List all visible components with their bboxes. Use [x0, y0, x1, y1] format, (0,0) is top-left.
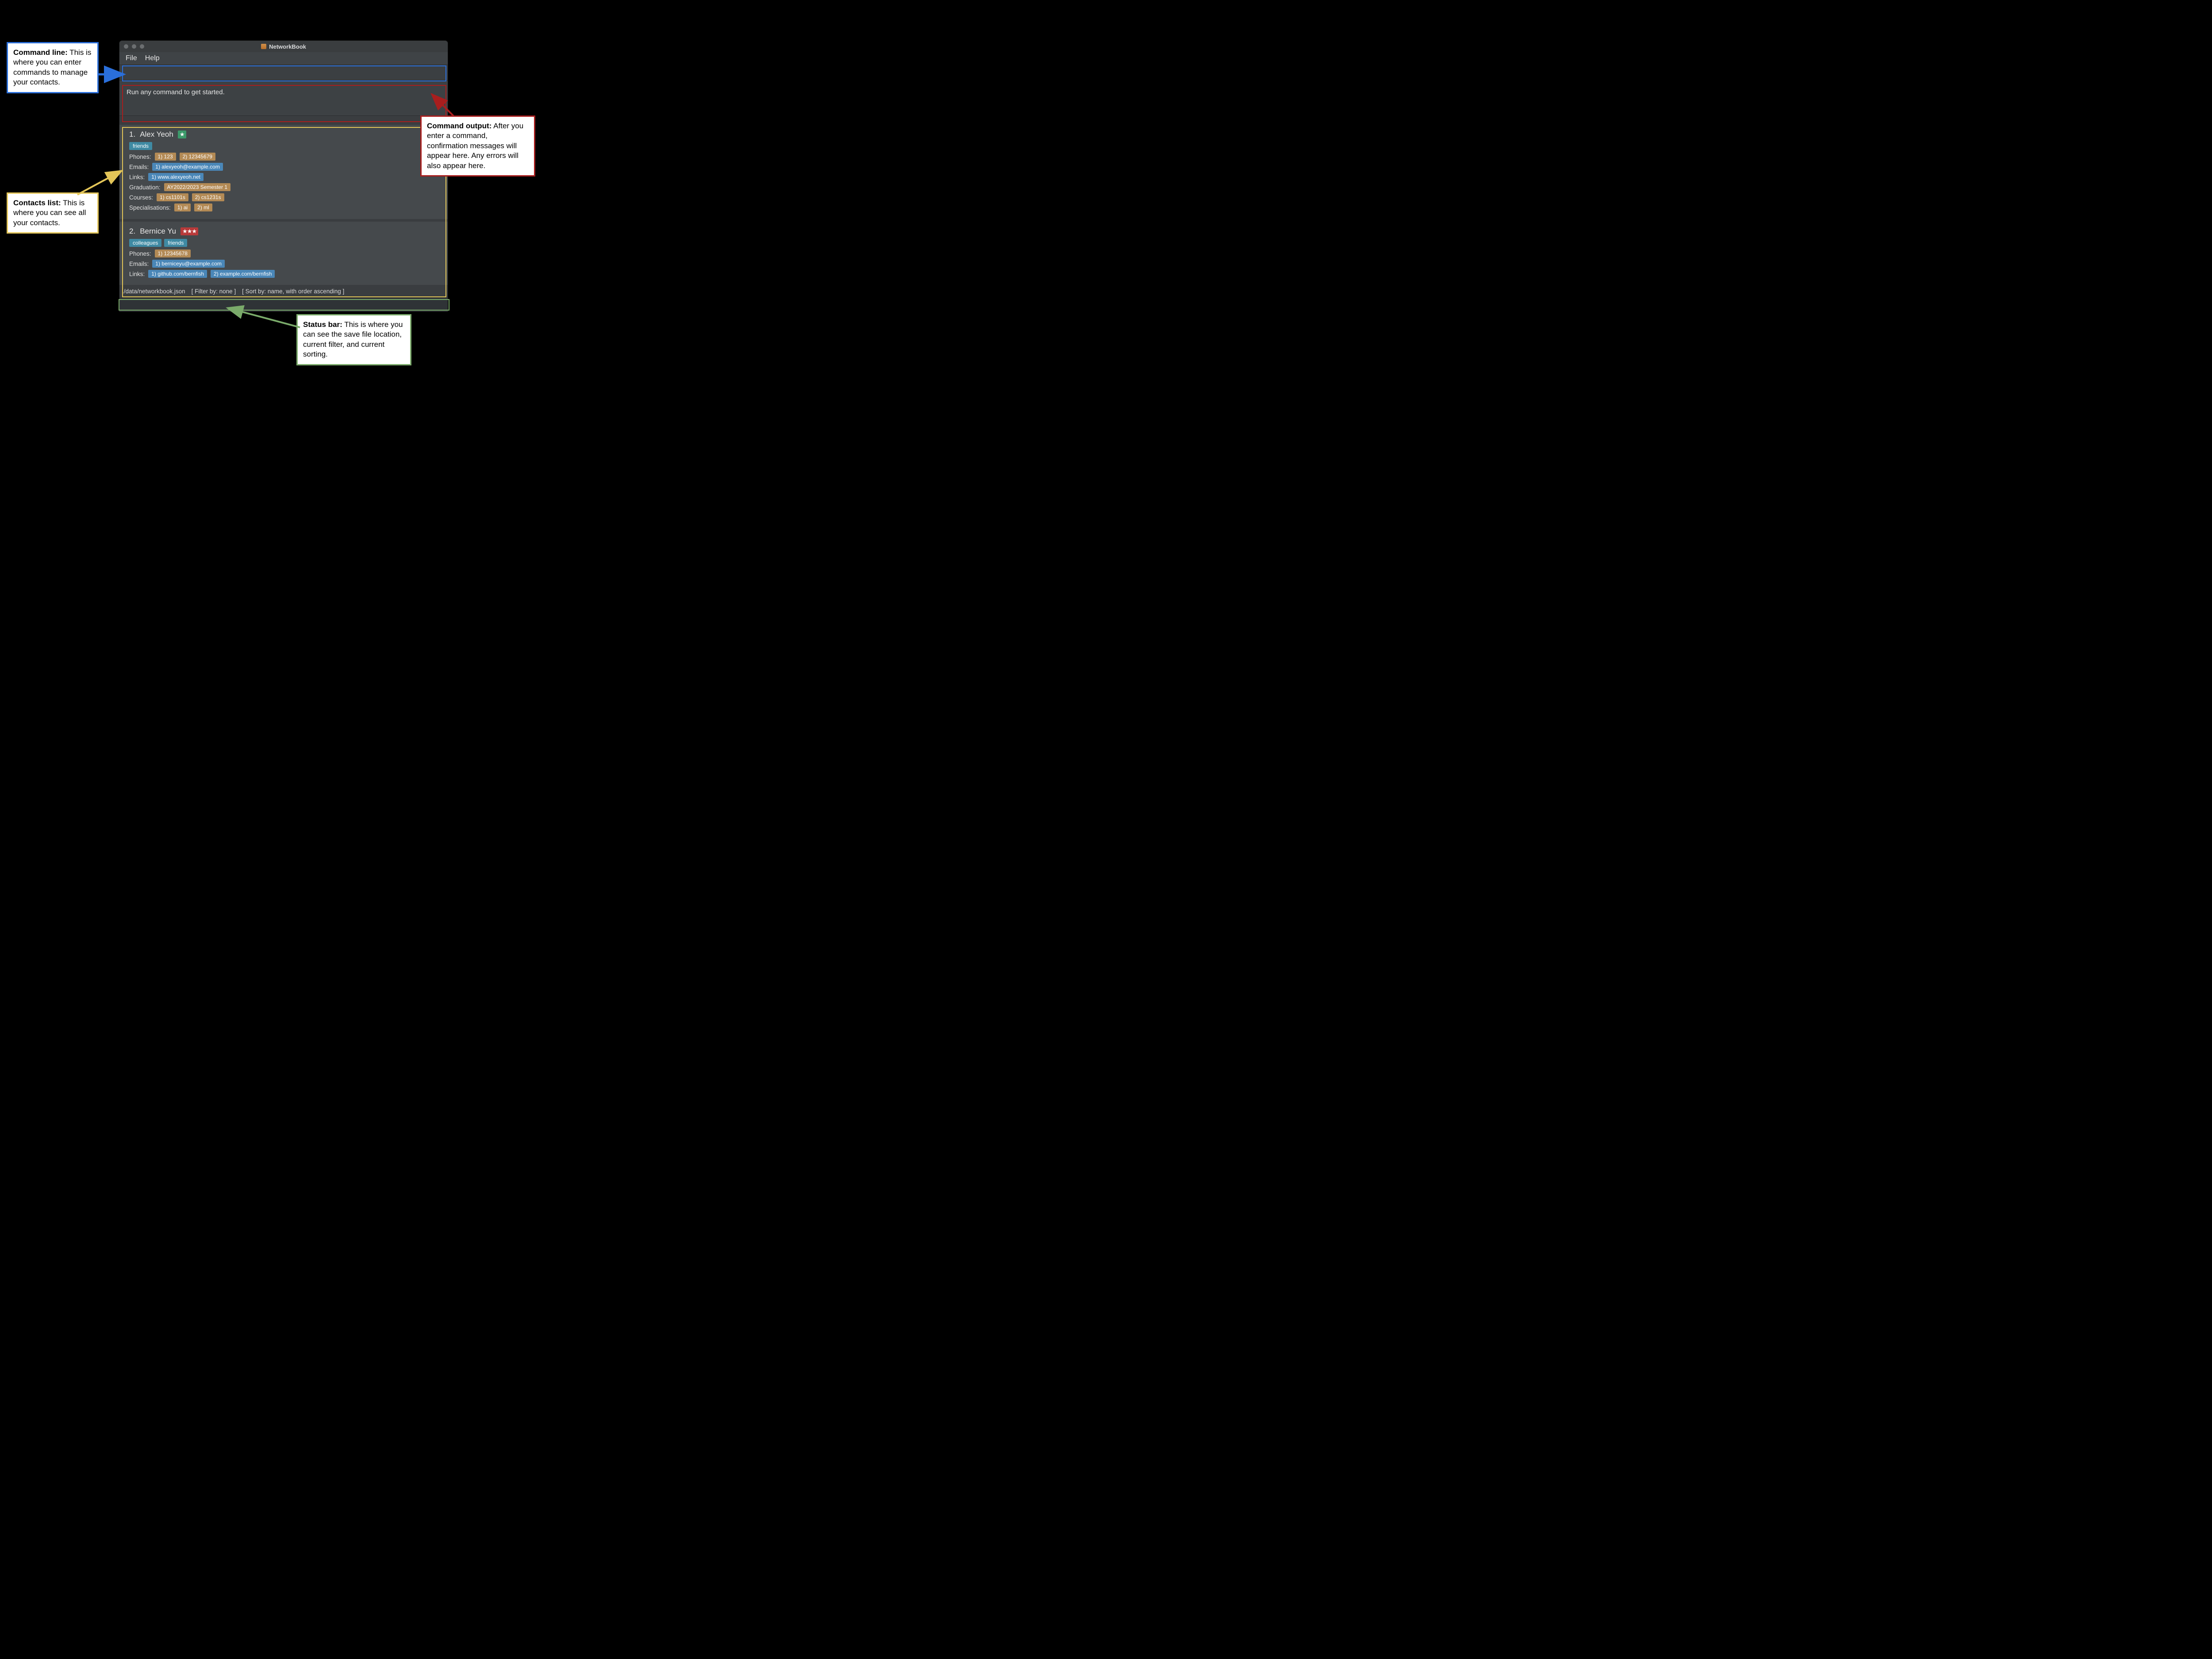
command-input-wrap: [119, 65, 448, 81]
star-icon: ★: [178, 131, 187, 138]
menu-help[interactable]: Help: [145, 54, 160, 62]
contact-name: Alex Yeoh: [140, 130, 173, 139]
tag: friends: [164, 239, 187, 247]
menu-file[interactable]: File: [126, 54, 137, 62]
contact-card[interactable]: 2. Bernice Yu ★★★ colleagues friends Pho…: [119, 222, 448, 285]
contact-emails-row: Emails: 1) alexyeoh@example.com: [129, 163, 438, 171]
callout-title: Command output:: [427, 122, 492, 130]
field-label-emails: Emails:: [129, 261, 149, 267]
field-label-links: Links:: [129, 174, 145, 180]
phone-chip: 1) 123: [155, 153, 176, 161]
callout-command-line: Command line: This is where you can ente…: [7, 42, 99, 93]
tag: colleagues: [129, 239, 161, 247]
app-icon: [261, 44, 266, 49]
email-chip: 1) berniceyu@example.com: [152, 260, 225, 268]
contact-emails-row: Emails: 1) berniceyu@example.com: [129, 260, 438, 268]
callout-contacts-list: Contacts list: This is where you can see…: [7, 192, 99, 234]
email-chip: 1) alexyeoh@example.com: [152, 163, 223, 171]
callout-command-output: Command output: After you enter a comman…: [420, 115, 535, 177]
contact-header: 2. Bernice Yu ★★★: [129, 227, 438, 236]
link-chip: 1) github.com/bernfish: [148, 270, 207, 278]
contact-graduation-row: Graduation: AY2022/2023 Semester 1: [129, 183, 438, 191]
link-chip: 2) example.com/bernfish: [211, 270, 275, 278]
contact-phones-row: Phones: 1) 123 2) 12345679: [129, 153, 438, 161]
window-title: NetworkBook: [119, 43, 448, 50]
contact-tags: colleagues friends: [129, 239, 438, 247]
callout-status-bar: Status bar: This is where you can see th…: [296, 314, 411, 365]
callout-title: Contacts list:: [13, 199, 61, 207]
window-title-text: NetworkBook: [269, 43, 306, 50]
contact-courses-row: Courses: 1) cs1101s 2) cs1231s: [129, 193, 438, 201]
field-label-links: Links:: [129, 271, 145, 277]
field-label-graduation: Graduation:: [129, 184, 161, 191]
contact-phones-row: Phones: 1) 12345678: [129, 250, 438, 257]
app-window: NetworkBook File Help Run any command to…: [119, 41, 448, 311]
contact-links-row: Links: 1) github.com/bernfish 2) example…: [129, 270, 438, 278]
field-label-specialisations: Specialisations:: [129, 204, 171, 211]
contact-links-row: Links: 1) www.alexyeoh.net: [129, 173, 438, 181]
status-sort: [ Sort by: name, with order ascending ]: [242, 288, 344, 295]
status-filter: [ Filter by: none ]: [192, 288, 236, 295]
titlebar: NetworkBook: [119, 41, 448, 52]
course-chip: 1) cs1101s: [157, 193, 188, 201]
contact-tags: friends: [129, 142, 438, 150]
command-input[interactable]: [119, 65, 448, 80]
command-output: Run any command to get started.: [119, 81, 448, 116]
contact-card[interactable]: 1. Alex Yeoh ★ friends Phones: 1) 123 2)…: [119, 125, 448, 219]
phone-chip: 1) 12345678: [155, 250, 191, 257]
contact-name: Bernice Yu: [140, 227, 176, 236]
field-label-emails: Emails:: [129, 164, 149, 170]
field-label-phones: Phones:: [129, 250, 151, 257]
contact-specialisations-row: Specialisations: 1) ai 2) ml: [129, 204, 438, 211]
callout-title: Status bar:: [303, 320, 342, 329]
contact-index: 2.: [129, 227, 135, 236]
contact-header: 1. Alex Yeoh ★: [129, 130, 438, 139]
field-label-courses: Courses:: [129, 194, 153, 201]
field-label-phones: Phones:: [129, 154, 151, 160]
star-icon: ★★★: [180, 227, 198, 235]
command-output-text: Run any command to get started.: [127, 88, 225, 96]
link-chip: 1) www.alexyeoh.net: [148, 173, 204, 181]
callout-title: Command line:: [13, 48, 68, 57]
graduation-chip: AY2022/2023 Semester 1: [164, 183, 231, 191]
phone-chip: 2) 12345679: [180, 153, 215, 161]
contact-index: 1.: [129, 130, 135, 139]
course-chip: 2) cs1231s: [192, 193, 224, 201]
status-bar: ./data/networkbook.json [ Filter by: non…: [119, 285, 448, 297]
status-path: ./data/networkbook.json: [122, 288, 185, 295]
tag: friends: [129, 142, 152, 150]
menubar: File Help: [119, 52, 448, 65]
contacts-list: 1. Alex Yeoh ★ friends Phones: 1) 123 2)…: [119, 116, 448, 285]
specialisation-chip: 2) ml: [194, 204, 212, 211]
specialisation-chip: 1) ai: [174, 204, 191, 211]
